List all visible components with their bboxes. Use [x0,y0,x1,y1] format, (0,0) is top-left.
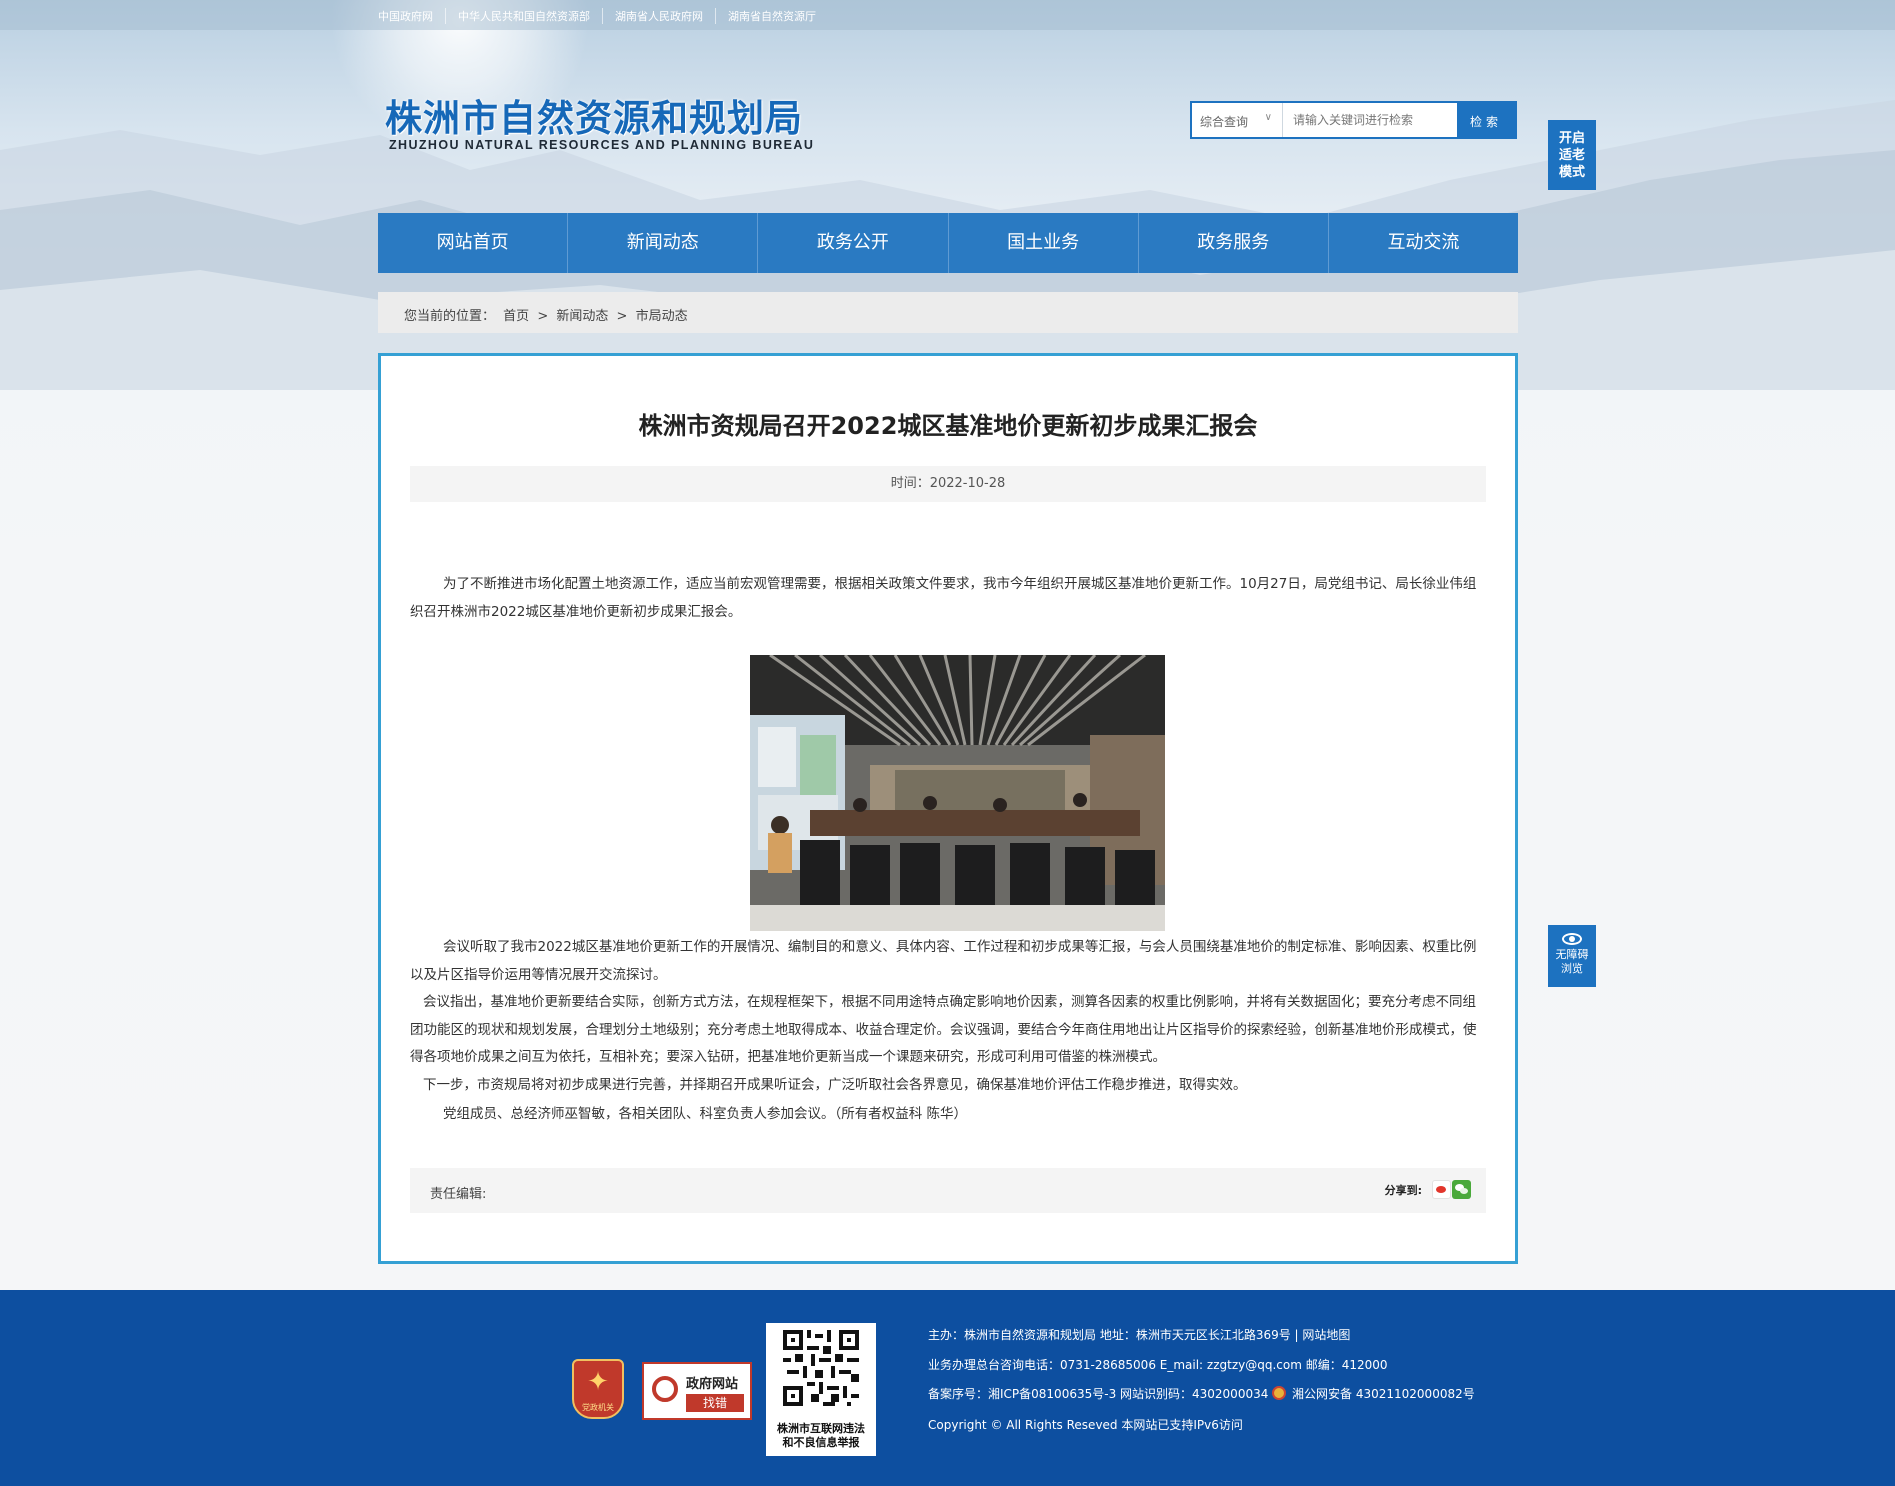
nav-item-news[interactable]: 新闻动态 [568,213,759,273]
article-footer-bar: 责任编辑: 分享到: [410,1168,1486,1213]
article-paragraph: 党组成员、总经济师巫智敏，各相关团队、科室负责人参加会议。（所有者权益科 陈华） [443,1106,968,1122]
eye-icon [1562,933,1582,945]
article-paragraph: 会议听取了我市2022城区基准地价更新工作的开展情况、编制目的和意义、具体内容、… [410,939,1477,983]
nav-item-gov-service[interactable]: 政务服务 [1139,213,1329,273]
wechat-share-icon[interactable] [1452,1180,1471,1199]
nav-item-home[interactable]: 网站首页 [378,213,569,273]
top-link[interactable]: 中华人民共和国自然资源部 [445,8,602,24]
site-logo-subtitle: ZHUZHOU NATURAL RESOURCES AND PLANNING B… [389,138,815,152]
article-paragraph: 会议指出，基准地价更新要结合实际，创新方式方法，在规程框架下，根据不同用途特点确… [410,994,1477,1065]
top-link[interactable]: 湖南省自然资源厅 [715,8,828,24]
footer-host-info: 主办：株洲市自然资源和规划局 地址：株洲市天元区长江北路369号 | 网站地图 [928,1328,1351,1342]
article-time: 时间：2022-10-28 [410,466,1486,502]
top-link[interactable]: 中国政府网 [378,8,445,24]
breadcrumb-home[interactable]: 首页 [503,309,529,324]
gov-site-error-report-badge[interactable]: 政府网站 找错 [642,1362,752,1420]
breadcrumb-label: 您当前的位置： [404,309,496,324]
weibo-share-icon[interactable] [1432,1180,1451,1199]
meeting-photo [750,655,1165,931]
qr-code-icon [783,1330,859,1406]
search-input[interactable] [1283,103,1457,137]
site-logo-title[interactable]: 株洲市自然资源和规划局 [385,88,803,142]
top-link[interactable]: 湖南省人民政府网 [602,8,715,24]
article-title: 株洲市资规局召开2022城区基准地价更新初步成果汇报会 [638,412,1258,440]
breadcrumb-separator: > [616,309,628,324]
nav-item-gov-open[interactable]: 政务公开 [758,213,949,273]
editor-label: 责任编辑: [430,1187,487,1202]
breadcrumb-separator: > [537,309,549,324]
article-paragraph: 为了不断推进市场化配置土地资源工作，适应当前宏观管理需要，根据相关政策文件要求，… [410,576,1477,620]
nav-item-land[interactable]: 国土业务 [949,213,1139,273]
nav-item-interaction[interactable]: 互动交流 [1329,213,1518,273]
accessibility-button[interactable]: 无障碍浏览 [1548,925,1596,987]
article-panel: 株洲市资规局召开2022城区基准地价更新初步成果汇报会 时间：2022-10-2… [378,353,1518,1264]
breadcrumb: 您当前的位置： 首页 > 新闻动态 > 市局动态 [378,292,1518,333]
breadcrumb-news[interactable]: 新闻动态 [556,309,608,324]
breadcrumb-current[interactable]: 市局动态 [636,309,688,324]
main-nav: 网站首页 新闻动态 政务公开 国土业务 政务服务 互动交流 [378,213,1518,273]
chevron-down-icon: ∨ [1264,112,1272,123]
search-scope-select[interactable]: 综合查询 ∨ [1192,103,1283,137]
party-gov-badge[interactable]: ✦ 党政机关 [572,1359,624,1419]
site-footer: ✦ 党政机关 政府网站 找错 株洲市互联网违法 和不良信息举报 主办：株洲市自然… [0,1290,1895,1486]
magnifier-icon [652,1376,678,1402]
footer-contact-info: 业务办理总台咨询电话：0731-28685006 E_mail: zzgtzy@… [928,1358,1388,1372]
star-emblem-icon: ✦ [587,1367,609,1397]
elder-mode-button[interactable]: 开启适老模式 [1548,120,1596,190]
share-label: 分享到: [1384,1184,1422,1197]
search-button[interactable]: 检索 [1457,103,1515,137]
footer-copyright: Copyright © All Rights Reseved 本网站已支持IPv… [928,1418,1243,1432]
search-box: 综合查询 ∨ 检索 [1190,101,1517,139]
footer-icp-info: 备案序号：湘ICP备08100635号-3 网站识别码：4302000034 湘… [928,1386,1475,1401]
report-qr-code[interactable]: 株洲市互联网违法 和不良信息举报 [766,1323,876,1456]
top-link-bar: 中国政府网 中华人民共和国自然资源部 湖南省人民政府网 湖南省自然资源厅 [0,0,1895,30]
police-badge-icon [1272,1386,1287,1400]
article-paragraph: 下一步，市资规局将对初步成果进行完善，并择期召开成果听证会，广泛听取社会各界意见… [423,1077,1247,1093]
